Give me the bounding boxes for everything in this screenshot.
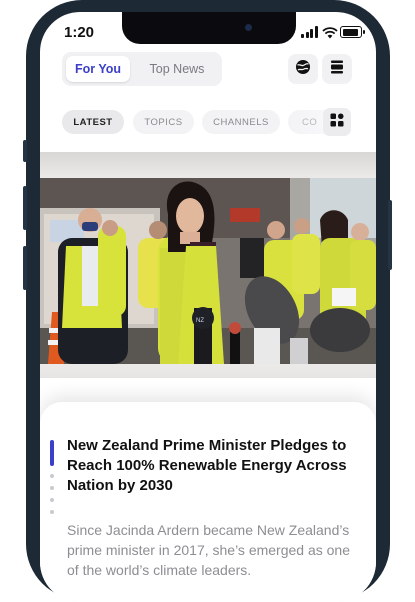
feed-switcher: For You Top News xyxy=(62,52,222,86)
story-progress-bar xyxy=(50,440,54,466)
story-progress-dot xyxy=(50,474,54,478)
article-excerpt: Since Jacinda Ardern became New Zealand’… xyxy=(67,522,351,578)
tab-for-you[interactable]: For You xyxy=(66,56,130,82)
signal-icon xyxy=(301,26,318,38)
grid-icon xyxy=(330,113,344,132)
silent-switch xyxy=(23,140,27,162)
app-screen: 1:20 For You Top News LATEST TOPICS CHAN… xyxy=(40,12,376,602)
reader-mode-icon xyxy=(329,59,345,80)
status-time: 1:20 xyxy=(64,24,95,41)
tab-top-news[interactable]: Top News xyxy=(136,56,218,82)
camera-icon xyxy=(245,24,252,31)
article-headline[interactable]: New Zealand Prime Minister Pledges to Re… xyxy=(67,436,357,496)
volume-up-button xyxy=(23,186,27,230)
power-button xyxy=(388,200,392,270)
battery-icon xyxy=(340,26,365,38)
story-progress-dot xyxy=(50,510,54,514)
grid-view-button[interactable] xyxy=(323,108,351,136)
globe-button[interactable] xyxy=(288,54,318,84)
volume-down-button xyxy=(23,246,27,290)
wifi-icon xyxy=(322,26,338,39)
notch xyxy=(122,12,296,44)
svg-text:NZ: NZ xyxy=(196,318,204,324)
reader-button[interactable] xyxy=(322,54,352,84)
article-photo[interactable]: NZ xyxy=(40,178,376,364)
article-card[interactable]: New Zealand Prime Minister Pledges to Re… xyxy=(40,402,376,602)
globe-icon xyxy=(295,59,311,80)
top-bar: For You Top News xyxy=(40,52,376,98)
filter-chips: LATEST TOPICS CHANNELS CO xyxy=(40,108,376,138)
chip-channels[interactable]: CHANNELS xyxy=(202,110,280,134)
chip-latest[interactable]: LATEST xyxy=(62,110,124,134)
article-image-area: NZ xyxy=(40,152,376,378)
story-progress-dot xyxy=(50,486,54,490)
story-progress-dot xyxy=(50,498,54,502)
status-bar: 1:20 xyxy=(40,12,376,52)
chip-topics[interactable]: TOPICS xyxy=(133,110,194,134)
